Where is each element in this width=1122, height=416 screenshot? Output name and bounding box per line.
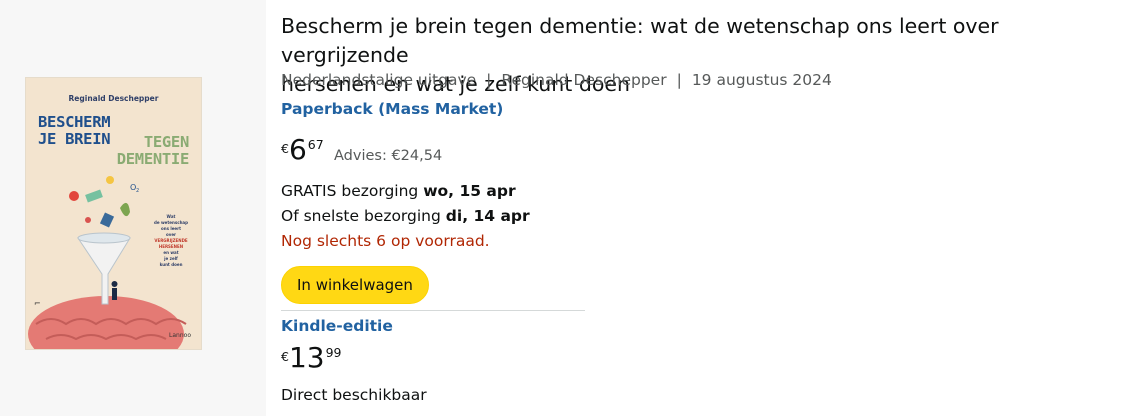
list-price: Advies: €24,54 <box>334 148 443 164</box>
paperback-format-link[interactable]: Paperback (Mass Market) <box>281 100 503 118</box>
publication-date: 19 augustus 2024 <box>691 71 832 89</box>
product-title-line1: Bescherm je brein tegen dementie: wat de… <box>281 14 999 67</box>
price-fraction: 99 <box>325 345 342 360</box>
book-cover-image[interactable]: Reginald Deschepper BESCHERM JE BREIN TE… <box>26 78 201 349</box>
price-whole: 6 <box>288 133 307 166</box>
brain-funnel-illustration: O 2 ⌐ <box>28 176 187 349</box>
author-name: Reginald Deschepper <box>501 71 667 89</box>
byline-separator: | <box>486 71 492 89</box>
format-divider <box>281 310 585 311</box>
cover-publisher: Lannoo <box>169 332 191 339</box>
cover-title-right: TEGEN DEMENTIE <box>116 133 190 168</box>
byline: Nederlandstalige uitgave | Reginald Desche… <box>281 71 832 89</box>
price-fraction: 67 <box>307 137 324 152</box>
svg-text:⌐: ⌐ <box>34 299 41 308</box>
free-delivery-date: wo, 15 apr <box>423 182 516 200</box>
kindle-availability: Direct beschikbaar <box>281 386 427 404</box>
edition-language: Nederlandstalige uitgave <box>281 71 477 89</box>
free-delivery-info: GRATIS bezorging wo, 15 apr <box>281 182 516 200</box>
price-currency: € <box>281 141 289 156</box>
kindle-price[interactable]: € 13 99 <box>281 342 342 374</box>
kindle-format-link[interactable]: Kindle-editie <box>281 317 393 335</box>
paperback-price[interactable]: € 6 67 <box>281 134 324 166</box>
cover-author: Reginald Deschepper <box>68 94 159 103</box>
fastest-delivery-info: Of snelste bezorging di, 14 apr <box>281 207 530 225</box>
price-whole: 13 <box>288 341 325 374</box>
price-currency: € <box>281 349 289 364</box>
byline-separator: | <box>676 71 682 89</box>
svg-text:2: 2 <box>136 188 139 194</box>
image-panel: Reginald Deschepper BESCHERM JE BREIN TE… <box>0 0 266 416</box>
add-to-cart-button[interactable]: In winkelwagen <box>281 266 429 304</box>
stock-warning: Nog slechts 6 op voorraad. <box>281 232 490 250</box>
cover-title-left: BESCHERM JE BREIN <box>38 113 111 148</box>
fastest-delivery-date: di, 14 apr <box>445 207 530 225</box>
